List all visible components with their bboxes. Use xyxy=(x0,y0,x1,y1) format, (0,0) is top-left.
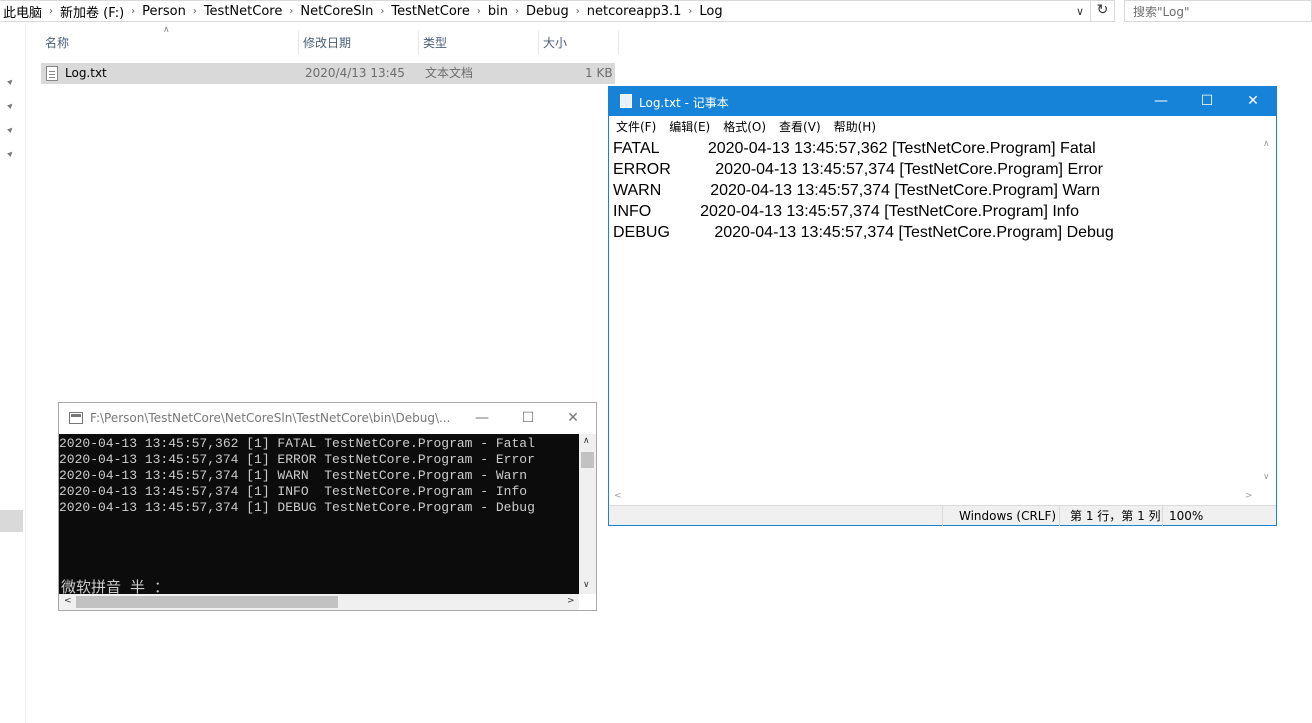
notepad-titlebar[interactable]: Log.txt - 记事本 — ☐ ✕ xyxy=(609,87,1276,116)
notepad-text-area[interactable]: FATAL 2020-04-13 13:45:57,362 [TestNetCo… xyxy=(613,138,1258,487)
pin-icon: ▴ xyxy=(4,75,17,88)
column-header-name[interactable]: 名称 xyxy=(41,31,299,55)
pin-icon: ▴ xyxy=(4,123,17,136)
breadcrumb-separator-icon[interactable]: › xyxy=(189,6,201,17)
breadcrumb-separator-icon[interactable]: › xyxy=(127,6,139,17)
breadcrumb-testnetcore[interactable]: TestNetCore xyxy=(201,4,286,19)
notepad-line: WARN 2020-04-13 13:45:57,374 [TestNetCor… xyxy=(613,182,1101,199)
text-file-icon xyxy=(46,66,58,81)
navigation-selected-item[interactable] xyxy=(0,510,23,532)
refresh-icon[interactable]: ↻ xyxy=(1090,0,1114,22)
close-button[interactable]: ✕ xyxy=(1230,87,1276,116)
search-placeholder: 搜索"Log" xyxy=(1133,4,1190,19)
file-name: Log.txt xyxy=(65,66,107,80)
breadcrumb-separator-icon[interactable]: › xyxy=(511,6,523,17)
scroll-left-icon[interactable]: < xyxy=(64,596,72,606)
maximize-button[interactable]: ☐ xyxy=(1184,87,1230,116)
notepad-line: INFO 2020-04-13 13:45:57,374 [TestNetCor… xyxy=(613,203,1080,220)
column-header-type[interactable]: 类型 xyxy=(419,31,539,55)
console-line: 2020-04-13 13:45:57,362 [1] FATAL TestNe… xyxy=(59,436,535,451)
console-horizontal-scrollbar[interactable]: < > xyxy=(59,594,579,610)
menu-help[interactable]: 帮助(H) xyxy=(834,118,876,135)
breadcrumb-debug[interactable]: Debug xyxy=(523,4,572,19)
address-history-dropdown-icon[interactable]: ∨ xyxy=(1070,5,1090,18)
menu-file[interactable]: 文件(F) xyxy=(616,118,656,135)
file-date: 2020/4/13 13:45 xyxy=(305,66,405,80)
navigation-pane[interactable]: ▴ ▴ ▴ ▴ xyxy=(0,23,26,723)
console-line: 2020-04-13 13:45:57,374 [1] INFO TestNet… xyxy=(59,484,528,499)
breadcrumb-netcoresln[interactable]: NetCoreSln xyxy=(297,4,376,19)
pin-icon: ▴ xyxy=(4,99,17,112)
console-title: F:\Person\TestNetCore\NetCoreSln\TestNet… xyxy=(90,411,451,425)
console-icon xyxy=(69,412,83,424)
console-line: 2020-04-13 13:45:57,374 [1] ERROR TestNe… xyxy=(59,452,535,467)
scroll-up-icon[interactable]: ∧ xyxy=(583,436,590,446)
notepad-line: DEBUG 2020-04-13 13:45:57,374 [TestNetCo… xyxy=(613,224,1114,241)
scroll-left-icon[interactable]: < xyxy=(614,491,622,501)
breadcrumb-log[interactable]: Log xyxy=(696,4,725,19)
notepad-vertical-scrollbar[interactable]: ∧ ∨ xyxy=(1259,136,1276,489)
scroll-down-icon[interactable]: ∨ xyxy=(1263,472,1270,482)
breadcrumb-netcoreapp[interactable]: netcoreapp3.1 xyxy=(584,4,685,19)
breadcrumb-separator-icon[interactable]: › xyxy=(376,6,388,17)
scroll-down-icon[interactable]: ∨ xyxy=(583,580,590,590)
breadcrumb-bin[interactable]: bin xyxy=(485,4,511,19)
notepad-horizontal-scrollbar[interactable]: < > xyxy=(609,488,1259,505)
search-input[interactable]: 搜索"Log" xyxy=(1124,0,1312,22)
minimize-button[interactable]: — xyxy=(459,403,505,433)
notepad-statusbar: Windows (CRLF) 第 1 行，第 1 列 100% xyxy=(609,505,1276,526)
console-vertical-scrollbar[interactable]: ∧ ∨ xyxy=(579,434,596,594)
breadcrumb-drive[interactable]: 新加卷 (F:) xyxy=(57,2,127,21)
scrollbar-thumb[interactable] xyxy=(76,596,338,608)
console-titlebar[interactable]: F:\Person\TestNetCore\NetCoreSln\TestNet… xyxy=(59,403,596,433)
close-button[interactable]: ✕ xyxy=(550,403,596,433)
breadcrumb-separator-icon[interactable]: › xyxy=(572,6,584,17)
notepad-window[interactable]: Log.txt - 记事本 — ☐ ✕ 文件(F) 编辑(E) 格式(O) 查看… xyxy=(608,86,1277,526)
breadcrumb: 此电脑 › 新加卷 (F:) › Person › TestNetCore › NetC… xyxy=(0,1,1070,21)
address-bar[interactable]: 此电脑 › 新加卷 (F:) › Person › TestNetCore › NetC… xyxy=(0,0,1115,22)
breadcrumb-separator-icon[interactable]: › xyxy=(684,6,696,17)
file-size: 1 KB xyxy=(585,66,613,80)
column-header-date[interactable]: 修改日期 xyxy=(299,31,419,55)
status-position: 第 1 行，第 1 列 xyxy=(1059,506,1162,526)
notepad-icon xyxy=(620,94,632,108)
file-row[interactable]: Log.txt 2020/4/13 13:45 文本文档 1 KB xyxy=(41,63,615,84)
console-window[interactable]: F:\Person\TestNetCore\NetCoreSln\TestNet… xyxy=(58,402,597,611)
breadcrumb-separator-icon[interactable]: › xyxy=(473,6,485,17)
breadcrumb-separator-icon[interactable]: › xyxy=(45,6,57,17)
status-encoding: Windows (CRLF) xyxy=(942,506,1059,526)
breadcrumb-this-pc[interactable]: 此电脑 xyxy=(0,2,45,21)
console-output[interactable]: 2020-04-13 13:45:57,362 [1] FATAL TestNe… xyxy=(59,434,579,596)
menu-format[interactable]: 格式(O) xyxy=(723,118,766,135)
scroll-right-icon[interactable]: > xyxy=(1245,491,1253,501)
minimize-button[interactable]: — xyxy=(1138,87,1184,116)
menu-edit[interactable]: 编辑(E) xyxy=(669,118,710,135)
scroll-up-icon[interactable]: ∧ xyxy=(1263,139,1270,149)
status-zoom: 100% xyxy=(1162,506,1276,526)
notepad-title: Log.txt - 记事本 xyxy=(639,96,729,110)
file-type: 文本文档 xyxy=(425,66,474,80)
pin-icon: ▴ xyxy=(4,147,17,160)
notepad-line: FATAL 2020-04-13 13:45:57,362 [TestNetCo… xyxy=(613,140,1096,157)
breadcrumb-person[interactable]: Person xyxy=(139,4,189,19)
column-header-size[interactable]: 大小 xyxy=(539,31,619,55)
maximize-button[interactable]: ☐ xyxy=(505,403,551,433)
breadcrumb-separator-icon[interactable]: › xyxy=(285,6,297,17)
notepad-menubar: 文件(F) 编辑(E) 格式(O) 查看(V) 帮助(H) xyxy=(609,116,1276,136)
menu-view[interactable]: 查看(V) xyxy=(779,118,821,135)
scrollbar-thumb[interactable] xyxy=(581,452,594,468)
console-line: 2020-04-13 13:45:57,374 [1] DEBUG TestNe… xyxy=(59,500,535,515)
notepad-line: ERROR 2020-04-13 13:45:57,374 [TestNetCo… xyxy=(613,161,1103,178)
breadcrumb-testnetcore-project[interactable]: TestNetCore xyxy=(388,4,473,19)
console-line: 2020-04-13 13:45:57,374 [1] WARN TestNet… xyxy=(59,468,528,483)
scroll-right-icon[interactable]: > xyxy=(567,596,575,606)
